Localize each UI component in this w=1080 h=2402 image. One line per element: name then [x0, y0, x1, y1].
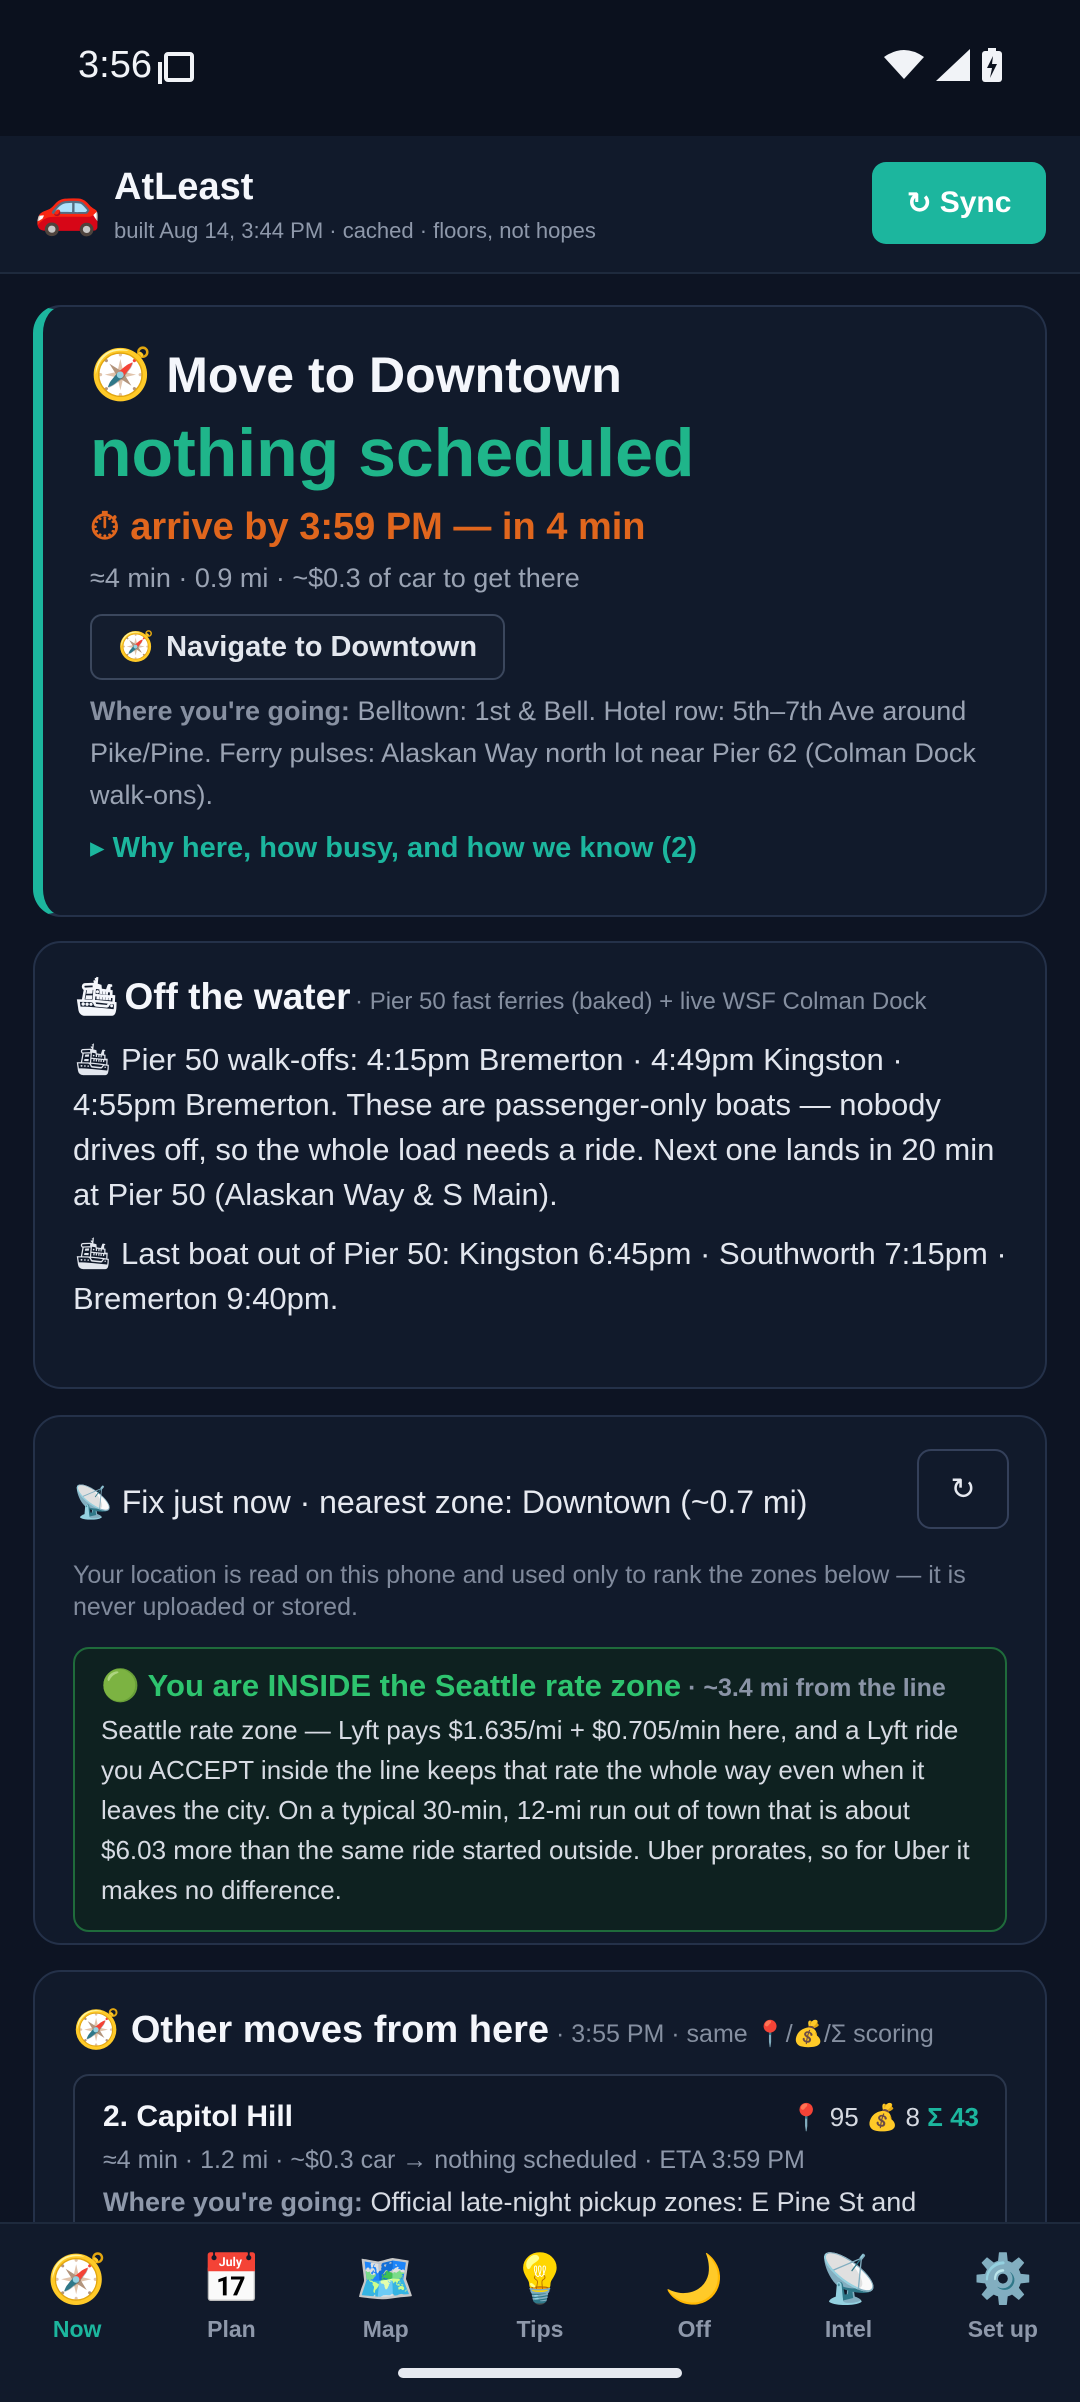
satellite-dish-icon: 📡 — [818, 2253, 879, 2306]
where-label: Where you're going: — [90, 696, 350, 726]
app-title: AtLeast — [114, 166, 254, 208]
nav-label: Plan — [207, 2316, 256, 2342]
ferry-title: Off the water — [124, 976, 351, 1017]
arrive-by: ⏱ arrive by 3:59 PM — in 4 min — [90, 506, 646, 548]
status-bar: 3:56 — [0, 0, 1080, 136]
nav-label: Map — [362, 2316, 409, 2342]
zone-distance: · ~3.4 mi from the line — [681, 1674, 946, 1702]
home-indicator[interactable] — [398, 2368, 682, 2378]
move-meta: ≈4 min · 1.2 mi · ~$0.3 car → nothing sc… — [103, 2146, 805, 2174]
trip-meta: ≈4 min · 0.9 mi · ~$0.3 of car to get th… — [90, 563, 580, 593]
other-moves-title: 🧭 Other moves from here — [73, 2009, 550, 2051]
current-move-card: 🧭 Move to Downtown nothing scheduled ⏱ a… — [33, 305, 1047, 917]
battery-charging-icon — [982, 48, 1002, 82]
move-scores: 📍 95 💰 8 Σ 43 — [790, 2102, 979, 2133]
app-subtitle: built Aug 14, 3:44 PM · cached · floors,… — [114, 218, 596, 243]
compass-icon: 🧭 — [90, 346, 153, 402]
ferry-icon: 🛳 — [73, 976, 120, 1017]
location-fix: 📡 Fix just now · nearest zone: Downtown … — [73, 1484, 808, 1520]
status-icons — [884, 48, 1002, 82]
zone-title: 🟢 You are INSIDE the Seattle rate zone — [101, 1668, 682, 1703]
rate-zone-box: 🟢 You are INSIDE the Seattle rate zone ·… — [73, 1647, 1007, 1932]
signal-icon — [936, 49, 970, 81]
money-score: 💰 8 — [865, 2102, 921, 2132]
nav-now[interactable]: 🧭 Now — [0, 2224, 154, 2402]
zone-text: Seattle rate zone — Lyft pays $1.635/mi … — [101, 1715, 970, 1905]
where-text: Official late-night pickup zones: E Pine… — [362, 2187, 917, 2217]
move-status: nothing scheduled — [90, 415, 695, 491]
status-time: 3:56 — [78, 44, 152, 86]
move-description: Where you're going: Official late-night … — [103, 2187, 977, 2218]
other-moves-subtitle: · 3:55 PM · same 📍/💰/Σ scoring — [549, 2020, 934, 2048]
move-title-text: Move to Downtown — [166, 346, 622, 403]
why-here-toggle[interactable]: ▸ Why here, how busy, and how we know (2… — [90, 830, 1009, 865]
calendar-icon: 📅 — [201, 2253, 262, 2306]
moon-icon: 🌙 — [664, 2253, 725, 2306]
list-item[interactable]: 2. Capitol Hill 📍 95 💰 8 Σ 43 ≈4 min · 1… — [73, 2074, 1007, 2244]
refresh-icon: ↻ — [906, 186, 932, 220]
compass-icon: 🧭 — [47, 2253, 108, 2306]
map-icon: 🗺️ — [355, 2253, 416, 2306]
wifi-icon — [884, 50, 924, 79]
ferry-card: 🛳 Off the water · Pier 50 fast ferries (… — [33, 941, 1047, 1389]
nav-label: Tips — [516, 2316, 564, 2342]
destination-description: Where you're going: Belltown: 1st & Bell… — [90, 690, 1009, 816]
nav-label: Off — [677, 2316, 711, 2342]
move-title: 🧭 Move to Downtown — [90, 345, 1009, 404]
nav-plan[interactable]: 📅 Plan — [154, 2224, 308, 2402]
sync-button[interactable]: ↻ Sync — [872, 162, 1046, 244]
nav-label: Intel — [824, 2316, 873, 2342]
pin-score: 📍 95 — [790, 2102, 859, 2132]
app-header: 🚗 AtLeast built Aug 14, 3:44 PM · cached… — [0, 136, 1080, 274]
navigate-label: Navigate to Downtown — [166, 630, 478, 663]
sim-card-icon — [158, 52, 194, 84]
car-logo-icon: 🚗 — [34, 177, 102, 237]
where-label: Where you're going: — [103, 2187, 363, 2217]
sync-label: Sync — [939, 186, 1012, 219]
navigate-button[interactable]: 🧭 Navigate to Downtown — [90, 614, 506, 680]
ferry-header: 🛳 Off the water · Pier 50 fast ferries (… — [73, 976, 1007, 1023]
nav-setup[interactable]: ⚙️ Set up — [926, 2224, 1080, 2402]
privacy-note: Your location is read on this phone and … — [73, 1561, 966, 1621]
sigma-score: Σ 43 — [927, 2102, 979, 2132]
nav-intel[interactable]: 📡 Intel — [771, 2224, 925, 2402]
nav-label: Now — [52, 2316, 102, 2342]
compass-icon: 🧭 — [118, 631, 155, 663]
location-card: ↻ 📡 Fix just now · nearest zone: Downtow… — [33, 1415, 1047, 1945]
ferry-last-boat: 🛳 Last boat out of Pier 50: Kingston 6:4… — [73, 1236, 1007, 1316]
ferry-arrivals: 🛳 Pier 50 walk-offs: 4:15pm Bremerton · … — [73, 1042, 995, 1212]
lightbulb-icon: 💡 — [510, 2253, 570, 2306]
nav-label: Set up — [967, 2316, 1038, 2342]
ferry-subtitle: · Pier 50 fast ferries (baked) + live WS… — [355, 988, 927, 1015]
gear-icon: ⚙️ — [972, 2253, 1033, 2306]
